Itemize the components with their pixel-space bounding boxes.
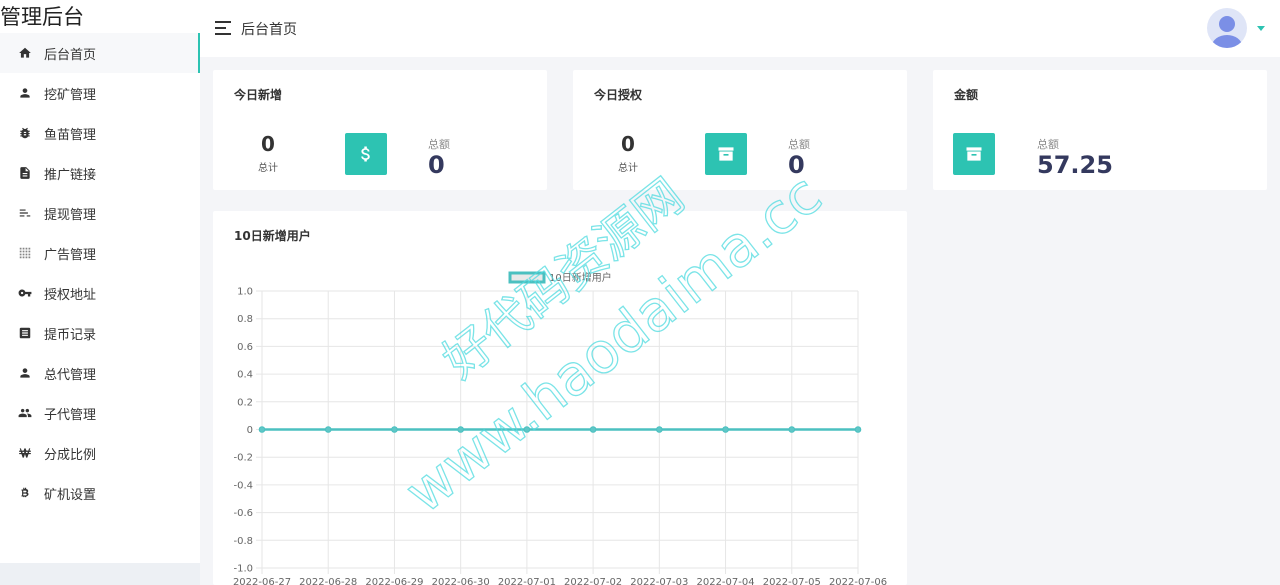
grid-icon (18, 246, 32, 260)
sidebar-item-label: 矿机设置 (44, 487, 97, 503)
list-icon (18, 206, 32, 220)
document-icon (18, 166, 32, 180)
y-tick-label: -0.2 (233, 453, 253, 464)
sidebar-item-promo-link[interactable]: 推广链接 (0, 153, 200, 193)
sidebar-item-label: 推广链接 (44, 167, 97, 183)
won-icon (18, 446, 32, 460)
x-tick-label: 2022-07-05 (763, 577, 821, 585)
card-title: 金额 (954, 88, 979, 102)
data-point (324, 426, 332, 433)
chevron-down-icon[interactable] (1257, 26, 1265, 31)
sidebar-item-label: 后台首页 (44, 47, 97, 63)
sidebar-item-withdraw[interactable]: 提现管理 (0, 193, 200, 233)
person-icon (18, 86, 32, 100)
x-tick-label: 2022-06-28 (299, 577, 357, 585)
sidebar-item-dashboard[interactable]: 后台首页 (0, 33, 200, 73)
archive-icon (953, 133, 995, 175)
person-icon (18, 366, 32, 380)
bitcoin-icon (18, 486, 32, 500)
data-point (722, 426, 729, 433)
sidebar-item-label: 子代管理 (44, 407, 97, 423)
y-tick-label: -0.4 (233, 480, 253, 491)
x-tick-label: 2022-07-01 (498, 577, 556, 585)
sidebar-item-label: 授权地址 (44, 287, 97, 303)
y-tick-label: -0.6 (233, 508, 253, 519)
sidebar-item-label: 鱼苗管理 (44, 127, 97, 143)
legend-label: 10日新增用户 (549, 271, 612, 284)
card-today-new: 今日新增 0 总计 总额 0 (213, 70, 547, 190)
y-tick-label: -0.8 (233, 536, 253, 547)
x-tick-label: 2022-06-30 (432, 577, 490, 585)
x-tick-label: 2022-07-06 (829, 577, 887, 585)
y-tick-label: 1.0 (237, 287, 253, 298)
sidebar-item-auth-address[interactable]: 授权地址 (0, 273, 200, 313)
y-tick-label: 0.6 (237, 342, 253, 353)
legend-swatch (508, 271, 546, 284)
card-title: 今日新增 (234, 88, 283, 102)
sidebar: 管理后台 后台首页 挖矿管理 鱼苗管理 推广链接 提现管理 广告管理 授权地址 (0, 0, 200, 585)
y-tick-label: -1.0 (233, 564, 253, 575)
count-label: 总计 (618, 163, 638, 174)
sidebar-item-mining[interactable]: 挖矿管理 (0, 73, 200, 113)
data-point (457, 426, 464, 433)
sidebar-footer (0, 563, 200, 585)
card-amount: 金额 总额 57.25 (933, 70, 1267, 190)
sum-value: 0 (788, 151, 805, 179)
y-tick-label: 0 (247, 425, 253, 436)
x-tick-label: 2022-07-03 (630, 577, 688, 585)
count-value: 0 (621, 132, 635, 156)
sidebar-item-fry[interactable]: 鱼苗管理 (0, 113, 200, 153)
sum-label: 总额 (1037, 138, 1059, 151)
card-title: 今日授权 (594, 88, 643, 102)
dollar-icon (345, 133, 387, 175)
line-chart: 1.0 0.8 0.6 0.4 0.2 0 -0.2 -0.4 -0.6 -0.8 -1.0 2022… (233, 271, 887, 585)
sum-value: 57.25 (1037, 151, 1113, 179)
sidebar-item-label: 广告管理 (44, 247, 97, 263)
sum-label: 总额 (428, 138, 450, 151)
card-today-auth: 今日授权 0 总计 总额 0 (573, 70, 907, 190)
data-point (258, 426, 266, 433)
key-icon (18, 286, 32, 300)
data-point (788, 426, 796, 433)
sidebar-menu: 后台首页 挖矿管理 鱼苗管理 推广链接 提现管理 广告管理 授权地址 提币记录 (0, 33, 200, 513)
sum-value: 0 (428, 151, 445, 179)
count-label: 总计 (258, 163, 278, 174)
page-title: 后台首页 (241, 22, 297, 38)
x-tick-label: 2022-07-04 (696, 577, 754, 585)
archive-icon (705, 133, 747, 175)
y-tick-label: 0.2 (237, 397, 253, 408)
data-point (656, 426, 663, 433)
count-value: 0 (261, 132, 275, 156)
avatar[interactable] (1207, 8, 1247, 48)
data-point (854, 426, 862, 433)
sidebar-item-label: 提现管理 (44, 207, 97, 223)
sum-label: 总额 (788, 138, 810, 151)
sidebar-item-label: 总代管理 (44, 367, 97, 383)
x-tick-label: 2022-07-02 (564, 577, 622, 585)
data-point (391, 426, 398, 433)
people-icon (18, 406, 32, 420)
sidebar-item-label: 提币记录 (44, 327, 97, 343)
x-tick-label: 2022-06-27 (233, 577, 291, 585)
sidebar-item-sub-agents[interactable]: 子代管理 (0, 393, 200, 433)
chart-card: 10日新增用户 1.0 0.8 0.6 0.4 0.2 0 -0.2 -0.4 -0.6 -0.8… (213, 211, 907, 585)
data-point (523, 426, 531, 433)
receipt-icon (18, 326, 32, 340)
sidebar-item-miner-settings[interactable]: 矿机设置 (0, 473, 200, 513)
sidebar-item-label: 分成比例 (44, 447, 97, 463)
y-tick-label: 0.4 (237, 370, 253, 381)
sidebar-item-agents[interactable]: 总代管理 (0, 353, 200, 393)
x-tick-label: 2022-06-29 (365, 577, 423, 585)
top-header: 后台首页 (200, 0, 1280, 57)
data-point (589, 426, 597, 433)
sidebar-item-label: 挖矿管理 (44, 87, 97, 103)
menu-toggle-icon[interactable] (215, 21, 231, 35)
y-tick-label: 0.8 (237, 314, 253, 325)
sidebar-item-share-ratio[interactable]: 分成比例 (0, 433, 200, 473)
sidebar-item-coin-records[interactable]: 提币记录 (0, 313, 200, 353)
sidebar-item-ads[interactable]: 广告管理 (0, 233, 200, 273)
app-brand: 管理后台 (0, 5, 84, 29)
home-icon (18, 46, 32, 60)
bug-icon (18, 126, 32, 140)
